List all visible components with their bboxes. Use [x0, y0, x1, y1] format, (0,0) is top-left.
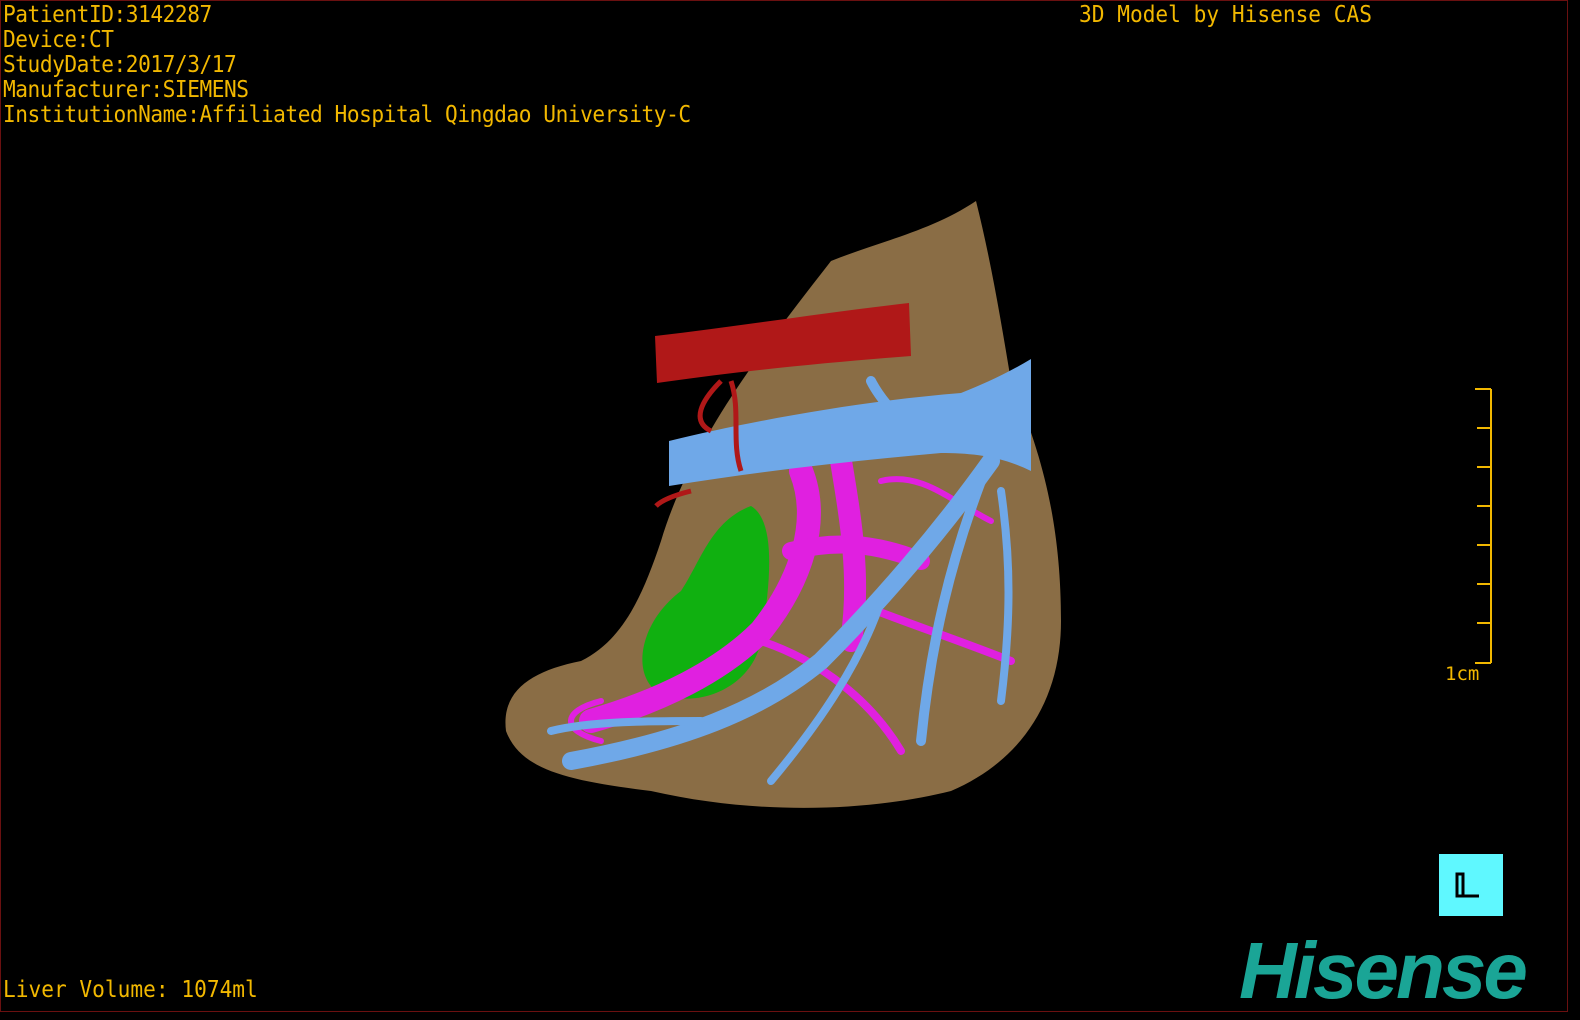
study-date: StudyDate:2017/3/17	[3, 52, 237, 78]
manufacturer: Manufacturer:SIEMENS	[3, 77, 249, 103]
scale-bar	[1475, 388, 1492, 664]
institution-name: InstitutionName:Affiliated Hospital Qing…	[3, 102, 691, 128]
hisense-logo: Hisense	[1239, 926, 1528, 1012]
device: Device:CT	[3, 27, 114, 53]
scale-bar-label: 1cm	[1445, 663, 1480, 685]
patient-info-overlay: PatientID:3142287 Device:CT StudyDate:20…	[3, 3, 691, 128]
3d-viewport[interactable]: PatientID:3142287 Device:CT StudyDate:20…	[0, 0, 1568, 1012]
liver-3d-model[interactable]	[1, 1, 1567, 1011]
liver-volume: Liver Volume: 1074ml	[3, 977, 258, 1003]
orientation-cube-icon[interactable]	[1439, 854, 1503, 916]
patient-id: PatientID:3142287	[3, 2, 212, 28]
model-credit: 3D Model by Hisense CAS	[1079, 2, 1373, 28]
